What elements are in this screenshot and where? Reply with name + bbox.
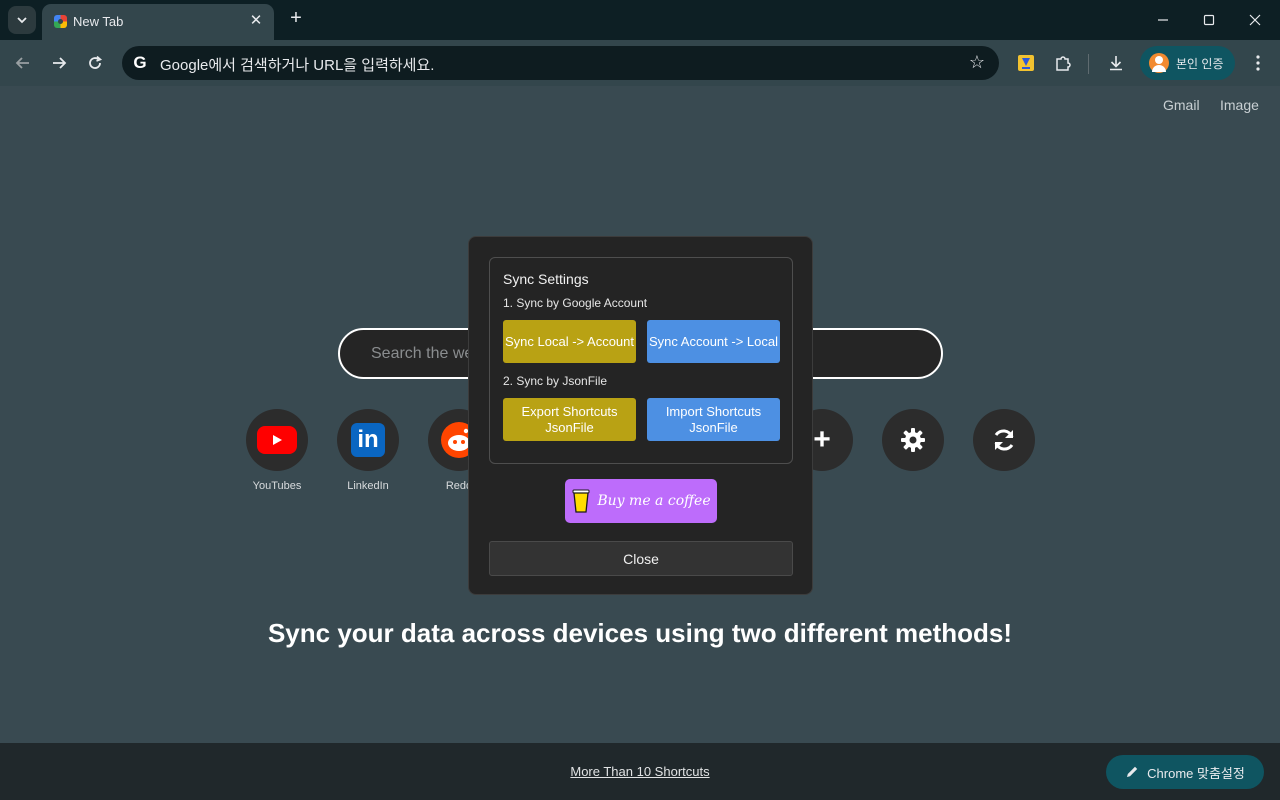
promo-caption: Sync your data across devices using two … <box>267 618 1013 648</box>
shortcut-tile: in <box>337 409 399 471</box>
address-bar[interactable]: G Google에서 검색하거나 URL을 입력하세요. ☆ <box>122 46 999 80</box>
sync-local-to-account-button[interactable]: Sync Local -> Account <box>503 320 636 363</box>
back-icon <box>15 57 29 69</box>
gear-icon <box>901 428 925 452</box>
coffee-label: Buy me a coffee <box>597 493 711 509</box>
download-icon <box>1110 56 1122 71</box>
maximize-button[interactable] <box>1186 0 1232 40</box>
images-link[interactable]: Image <box>1220 97 1259 113</box>
section-google-account: 1. Sync by Google Account <box>503 296 648 310</box>
shortcut-label: YouTubes <box>252 480 302 492</box>
chrome-favicon-icon <box>54 15 67 28</box>
tab-title: New Tab <box>73 14 124 29</box>
shortcut-label: LinkedIn <box>347 480 389 492</box>
sync-settings-modal: Sync Settings 1. Sync by Google Account … <box>468 236 813 595</box>
chrome-menu-button[interactable] <box>1243 48 1273 78</box>
shortcut-youtube[interactable]: YouTubes <box>246 409 308 492</box>
shortcut-tile <box>246 409 308 471</box>
sync-extension-button[interactable] <box>1011 48 1041 78</box>
bottom-bar: More Than 10 Shortcuts Chrome 맞춤설정 <box>0 743 1280 800</box>
more-shortcuts-link[interactable]: More Than 10 Shortcuts <box>0 764 1280 779</box>
export-shortcuts-button[interactable]: Export Shortcuts JsonFile <box>503 398 636 441</box>
back-button[interactable] <box>8 48 38 78</box>
pencil-icon <box>1127 766 1138 777</box>
search-placeholder: Search the we <box>371 345 474 362</box>
minimize-icon <box>1158 19 1168 21</box>
sync-settings-panel: Sync Settings 1. Sync by Google Account … <box>489 257 793 464</box>
customize-label: Chrome 맞춤설정 <box>1147 765 1245 781</box>
downloads-button[interactable] <box>1101 48 1131 78</box>
chevron-down-icon <box>17 17 27 24</box>
reload-button[interactable] <box>80 48 110 78</box>
browser-toolbar: G Google에서 검색하거나 URL을 입력하세요. ☆ 본인 인증 <box>0 40 1280 86</box>
youtube-icon <box>257 426 297 454</box>
avatar <box>1149 53 1169 73</box>
reload-icon <box>89 55 103 69</box>
buy-me-a-coffee-button[interactable]: Buy me a coffee <box>565 479 717 523</box>
extensions-button[interactable] <box>1048 48 1078 78</box>
kebab-menu-icon <box>1256 55 1260 71</box>
tab-search-button[interactable] <box>8 6 36 34</box>
settings-shortcut-button[interactable] <box>882 409 944 471</box>
import-shortcuts-button[interactable]: Import Shortcuts JsonFile <box>647 398 780 441</box>
profile-label: 본인 인증 <box>1176 56 1224 71</box>
linkedin-icon: in <box>351 423 385 457</box>
shortcut-linkedin[interactable]: in LinkedIn <box>337 409 399 492</box>
profile-button[interactable]: 본인 인증 <box>1140 46 1235 80</box>
address-bar-placeholder: Google에서 검색하거나 URL을 입력하세요. <box>160 57 435 74</box>
close-window-button[interactable] <box>1232 0 1278 40</box>
tab-new-tab[interactable]: New Tab ✕ <box>42 4 274 40</box>
section-jsonfile: 2. Sync by JsonFile <box>503 374 608 388</box>
forward-icon <box>53 57 67 69</box>
shortcut-tile <box>882 409 944 471</box>
modal-title: Sync Settings <box>503 271 589 287</box>
forward-button[interactable] <box>44 48 74 78</box>
tab-strip: New Tab ✕ + <box>0 0 1280 40</box>
maximize-icon <box>1203 14 1215 26</box>
plus-icon: + <box>813 423 831 456</box>
gmail-link[interactable]: Gmail <box>1163 97 1200 113</box>
minimize-button[interactable] <box>1140 0 1186 40</box>
star-icon[interactable]: ☆ <box>969 52 985 73</box>
shortcut-tile <box>973 409 1035 471</box>
close-button[interactable]: Close <box>489 541 793 576</box>
new-tab-button[interactable]: + <box>284 7 308 31</box>
sync-extension-icon <box>1018 55 1034 71</box>
close-window-icon <box>1249 14 1261 26</box>
sync-account-to-local-button[interactable]: Sync Account -> Local <box>647 320 780 363</box>
sync-shortcut-button[interactable] <box>973 409 1035 471</box>
customize-chrome-button[interactable]: Chrome 맞춤설정 <box>1106 755 1264 789</box>
google-g-icon: G <box>133 53 147 72</box>
extensions-icon <box>1056 56 1071 71</box>
coffee-cup-icon <box>572 489 590 513</box>
toolbar-divider <box>1088 54 1089 74</box>
sync-icon <box>994 429 1014 451</box>
tab-close-icon[interactable]: ✕ <box>248 11 264 29</box>
